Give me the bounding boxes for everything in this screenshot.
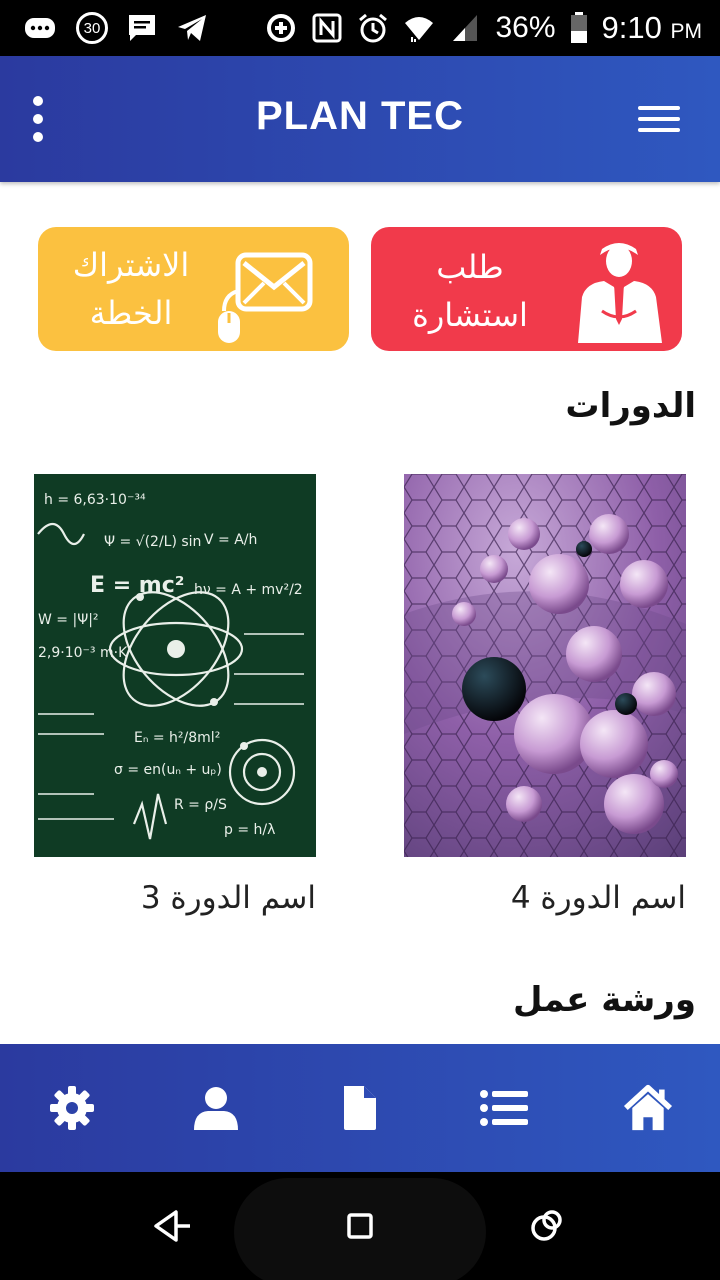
notification-count: 30 [83, 19, 101, 37]
course-3-title[interactable]: اسم الدورة 3 [34, 880, 316, 916]
status-left: 30 [20, 10, 208, 46]
consultation-label: طلب استشارة [395, 243, 545, 339]
home-square-icon[interactable] [334, 1200, 386, 1252]
consultation-request-button[interactable]: طلب استشارة [371, 227, 682, 351]
bottom-navigation [0, 1044, 720, 1172]
list-icon [480, 1090, 528, 1126]
nav-documents[interactable] [332, 1082, 388, 1134]
alarm-icon [359, 13, 388, 43]
messenger-icon [25, 18, 55, 38]
courses-section-title: الدورات [565, 386, 696, 426]
clock-suffix: PM [670, 20, 703, 43]
battery-icon [570, 12, 587, 43]
chalk-formula-6: R = ρ/S [174, 797, 227, 813]
subscribe-plan-button[interactable]: الاشتراك الخطة [38, 227, 349, 351]
subscribe-label: الاشتراك الخطة [46, 241, 216, 337]
chalk-formula-7: p = h/λ [224, 822, 275, 838]
user-icon [194, 1087, 238, 1130]
chalk-formula-10: Ψ = √(2/L) sin [104, 534, 201, 550]
chalk-formula-8: W = |Ψ|² [38, 612, 99, 628]
workshop-section-title: ورشة عمل [513, 980, 696, 1020]
document-icon [344, 1086, 376, 1130]
system-navigation [0, 1172, 720, 1280]
physics-chalkboard-image: h = 6,63·10⁻³⁴ V = A/h hν = A + mv²/2 Eₙ… [34, 474, 316, 857]
recents-icon[interactable] [520, 1200, 572, 1252]
app-title: PLAN TEC [256, 94, 464, 138]
clock-time: 9:10 [601, 10, 662, 45]
chalk-formula-5: σ = en(uₙ + uₚ) [114, 762, 222, 778]
data-saver-icon [267, 14, 296, 42]
subscribe-label-line1: الاشتراك [72, 246, 190, 284]
app-bar: PLAN TEC [0, 56, 720, 182]
notification-badge-icon: 30 [76, 12, 108, 44]
status-bar: 30 36% 9:10 PM [0, 0, 720, 56]
battery-percent: 36% [495, 11, 556, 44]
chalk-formula-1: h = 6,63·10⁻³⁴ [44, 492, 146, 508]
subscribe-label-line2: الخطة [89, 294, 173, 332]
wifi-icon [405, 17, 434, 42]
consultation-label-line1: طلب [436, 248, 504, 286]
home-icon [623, 1084, 673, 1131]
chalk-formula-4: Eₙ = h²/8ml² [134, 730, 220, 746]
purple-spheres-image [404, 474, 686, 857]
course-4-title[interactable]: اسم الدورة 4 [404, 880, 686, 916]
nav-profile[interactable] [188, 1082, 244, 1134]
hamburger-menu-icon[interactable] [636, 100, 684, 140]
nav-home[interactable] [620, 1082, 676, 1134]
signal-icon [453, 15, 478, 41]
consultation-label-line2: استشارة [412, 296, 528, 334]
course-4-image[interactable] [404, 474, 686, 857]
chalk-formula-2: V = A/h [204, 532, 257, 548]
course-3-image[interactable]: h = 6,63·10⁻³⁴ V = A/h hν = A + mv²/2 Eₙ… [34, 474, 316, 857]
back-icon[interactable] [146, 1200, 198, 1252]
gear-icon [50, 1086, 94, 1130]
businessman-icon [578, 243, 662, 343]
message-icon [129, 15, 155, 41]
telegram-icon [178, 15, 206, 41]
nav-settings[interactable] [44, 1082, 100, 1134]
nfc-icon [312, 13, 342, 43]
email-mouse-icon [218, 252, 313, 343]
nav-list[interactable] [476, 1082, 532, 1134]
clock: 9:10 PM [602, 10, 702, 46]
chalk-formula-3: hν = A + mv²/2 [194, 582, 303, 598]
status-right: 36% 9:10 PM [265, 8, 702, 48]
